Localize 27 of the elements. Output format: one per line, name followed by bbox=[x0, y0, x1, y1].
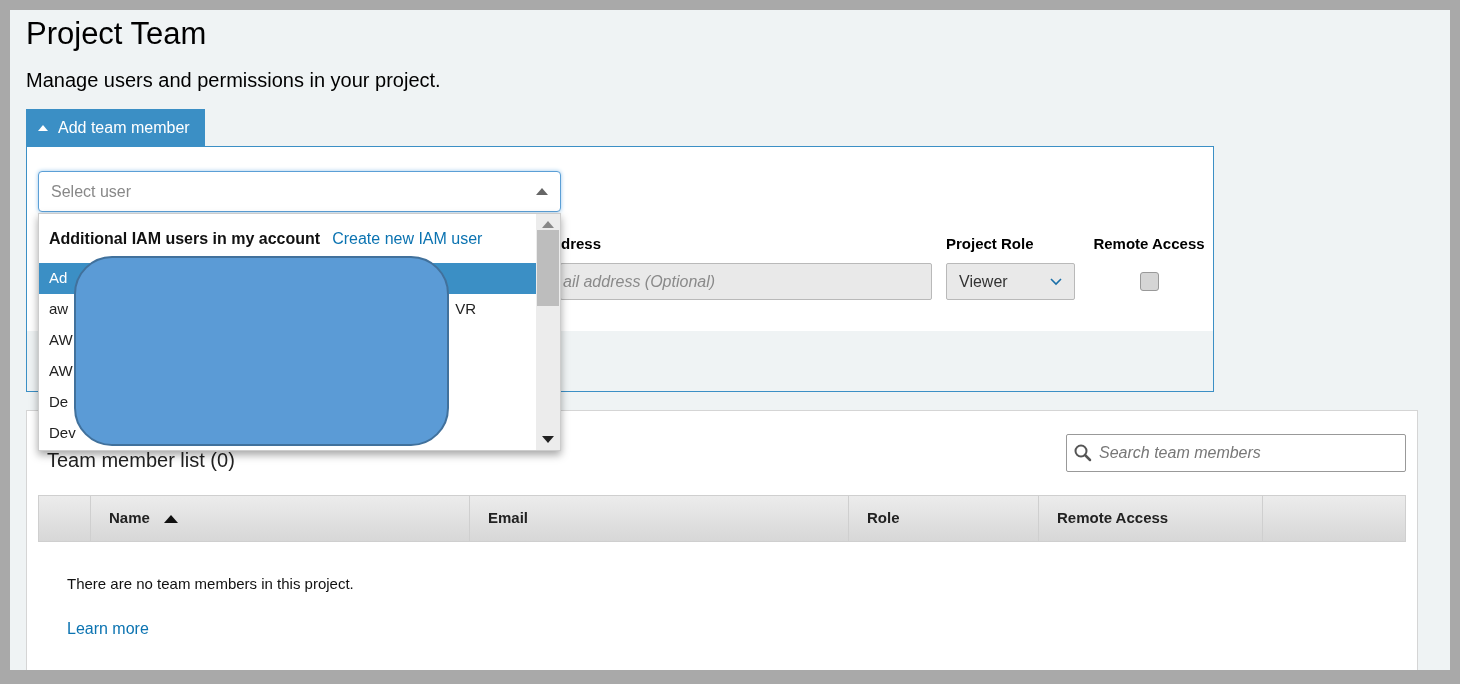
chevron-down-icon bbox=[1050, 277, 1062, 286]
search-icon bbox=[1074, 444, 1092, 462]
sort-ascending-icon bbox=[163, 514, 178, 523]
column-header[interactable]: Email bbox=[470, 496, 849, 541]
column-header[interactable]: Role bbox=[849, 496, 1039, 541]
group-heading: Additional IAM users in my account bbox=[49, 228, 321, 249]
scrollbar[interactable] bbox=[536, 214, 560, 450]
caret-icon bbox=[38, 124, 48, 131]
caret-icon bbox=[536, 188, 548, 195]
column-header[interactable]: Remote Access bbox=[1039, 496, 1263, 541]
user-select[interactable]: Select user bbox=[38, 171, 561, 212]
column-header[interactable]: Name bbox=[91, 496, 470, 541]
create-user-link[interactable]: Create new IAM user bbox=[332, 226, 483, 251]
search-field[interactable]: Search team members bbox=[1066, 434, 1406, 472]
scroll-up-icon[interactable] bbox=[542, 220, 554, 228]
page-subtitle: Manage users and permissions in your project. bbox=[26, 68, 442, 92]
remote-access-checkbox[interactable] bbox=[1139, 272, 1159, 291]
team-list-heading: Team member list (0) bbox=[47, 448, 235, 472]
add-member-tab[interactable]: Add team member bbox=[26, 109, 205, 146]
remote-access-label: Remote Access bbox=[1093, 235, 1205, 253]
page-title: Project Team bbox=[26, 16, 208, 52]
learn-more-link[interactable]: Learn more bbox=[67, 616, 149, 641]
empty-message: There are no team members in this project. bbox=[67, 574, 355, 594]
email-label: dress bbox=[560, 235, 603, 253]
role-select[interactable]: Viewer bbox=[946, 263, 1075, 300]
role-label: Project Role bbox=[946, 235, 1035, 253]
scroll-down-icon[interactable] bbox=[542, 436, 554, 444]
